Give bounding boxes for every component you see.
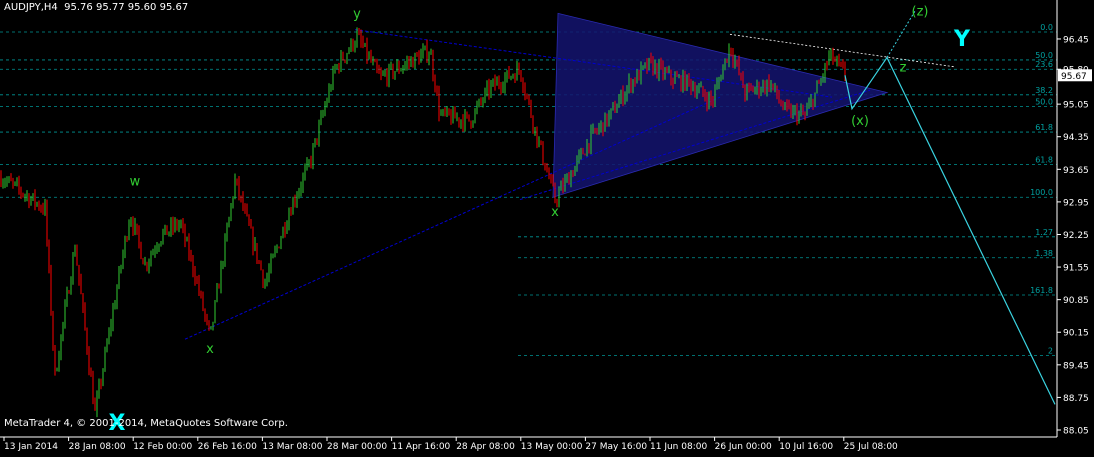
y-tick-label: 89.45 [1063,361,1089,371]
x-tick-label: 28 Apr 08:00 [456,442,515,452]
ohlc-readout: 95.76 95.77 95.60 95.67 [64,2,189,13]
fibo-level-label: 61.8 [1035,123,1053,132]
wave-label: z [900,61,907,76]
wave-label: Y [953,27,971,52]
fibo-level-label: 38.2 [1035,86,1053,95]
wave-label: x [551,205,559,220]
last-price-label: 95.67 [1061,72,1087,82]
wave-label: w [130,175,141,190]
fibo-level-label: 1.38 [1035,249,1053,258]
chart-header: AUDJPY,H4 95.76 95.77 95.60 95.67 [4,2,188,13]
candlestick-chart[interactable]: 0.0 50.0 23.6 38.2 50.0 61.8 61.8 100.0 1.27 1.38… [0,0,1094,453]
fibo-level-label: 23.6 [1035,60,1053,69]
fibo-level-label: 61.8 [1035,156,1053,165]
fibo-level-label: 100.0 [1030,188,1053,197]
wave-label: (x) [851,114,869,129]
x-tick-label: 25 Jul 08:00 [844,442,898,452]
x-tick-label: 13 May 00:00 [521,442,583,452]
chart-canvas: 0.050.023.638.250.061.861.8100.01.271.38… [0,0,1094,453]
x-tick-label: 11 Jun 08:00 [650,442,707,452]
y-tick-label: 90.15 [1063,329,1089,339]
fibo-level-label: 50.0 [1035,51,1053,60]
y-tick-label: 92.95 [1063,198,1089,208]
y-tick-label: 96.45 [1063,35,1089,45]
x-tick-label: 12 Feb 00:00 [133,442,192,452]
y-tick-label: 92.25 [1063,231,1089,241]
y-tick-label: 88.75 [1063,394,1089,404]
fibo-level-label: 50.0 [1035,97,1053,106]
wave-label: x [206,342,214,357]
fibo-level-label: 0.0 [1040,23,1053,32]
x-tick-label: 11 Apr 16:00 [392,442,451,452]
copyright-text: MetaTrader 4, © 2001-2014, MetaQuotes So… [4,418,288,429]
x-tick-label: 27 May 16:00 [585,442,647,452]
y-tick-label: 95.05 [1063,101,1089,111]
x-tick-label: 13 Jan 2014 [4,442,58,452]
wave-label: y [353,7,361,22]
x-tick-label: 10 Jul 16:00 [779,442,833,452]
fibo-level-label: 2 [1048,347,1053,356]
x-tick-label: 28 Jan 08:00 [69,442,126,452]
fibo-level-label: 1.27 [1035,228,1053,237]
fibo-level-label: 161.8 [1030,286,1053,295]
x-tick-label: 28 Mar 00:00 [327,442,387,452]
y-tick-label: 94.35 [1063,133,1089,143]
x-tick-label: 13 Mar 08:00 [262,442,322,452]
y-tick-label: 93.65 [1063,166,1089,176]
x-tick-label: 26 Feb 16:00 [198,442,257,452]
y-tick-label: 88.05 [1063,427,1089,437]
x-tick-label: 26 Jun 00:00 [715,442,772,452]
y-tick-label: 91.55 [1063,264,1089,274]
wave-label: (z) [912,5,929,20]
y-tick-label: 90.85 [1063,296,1089,306]
symbol-label: AUDJPY,H4 [4,2,58,13]
